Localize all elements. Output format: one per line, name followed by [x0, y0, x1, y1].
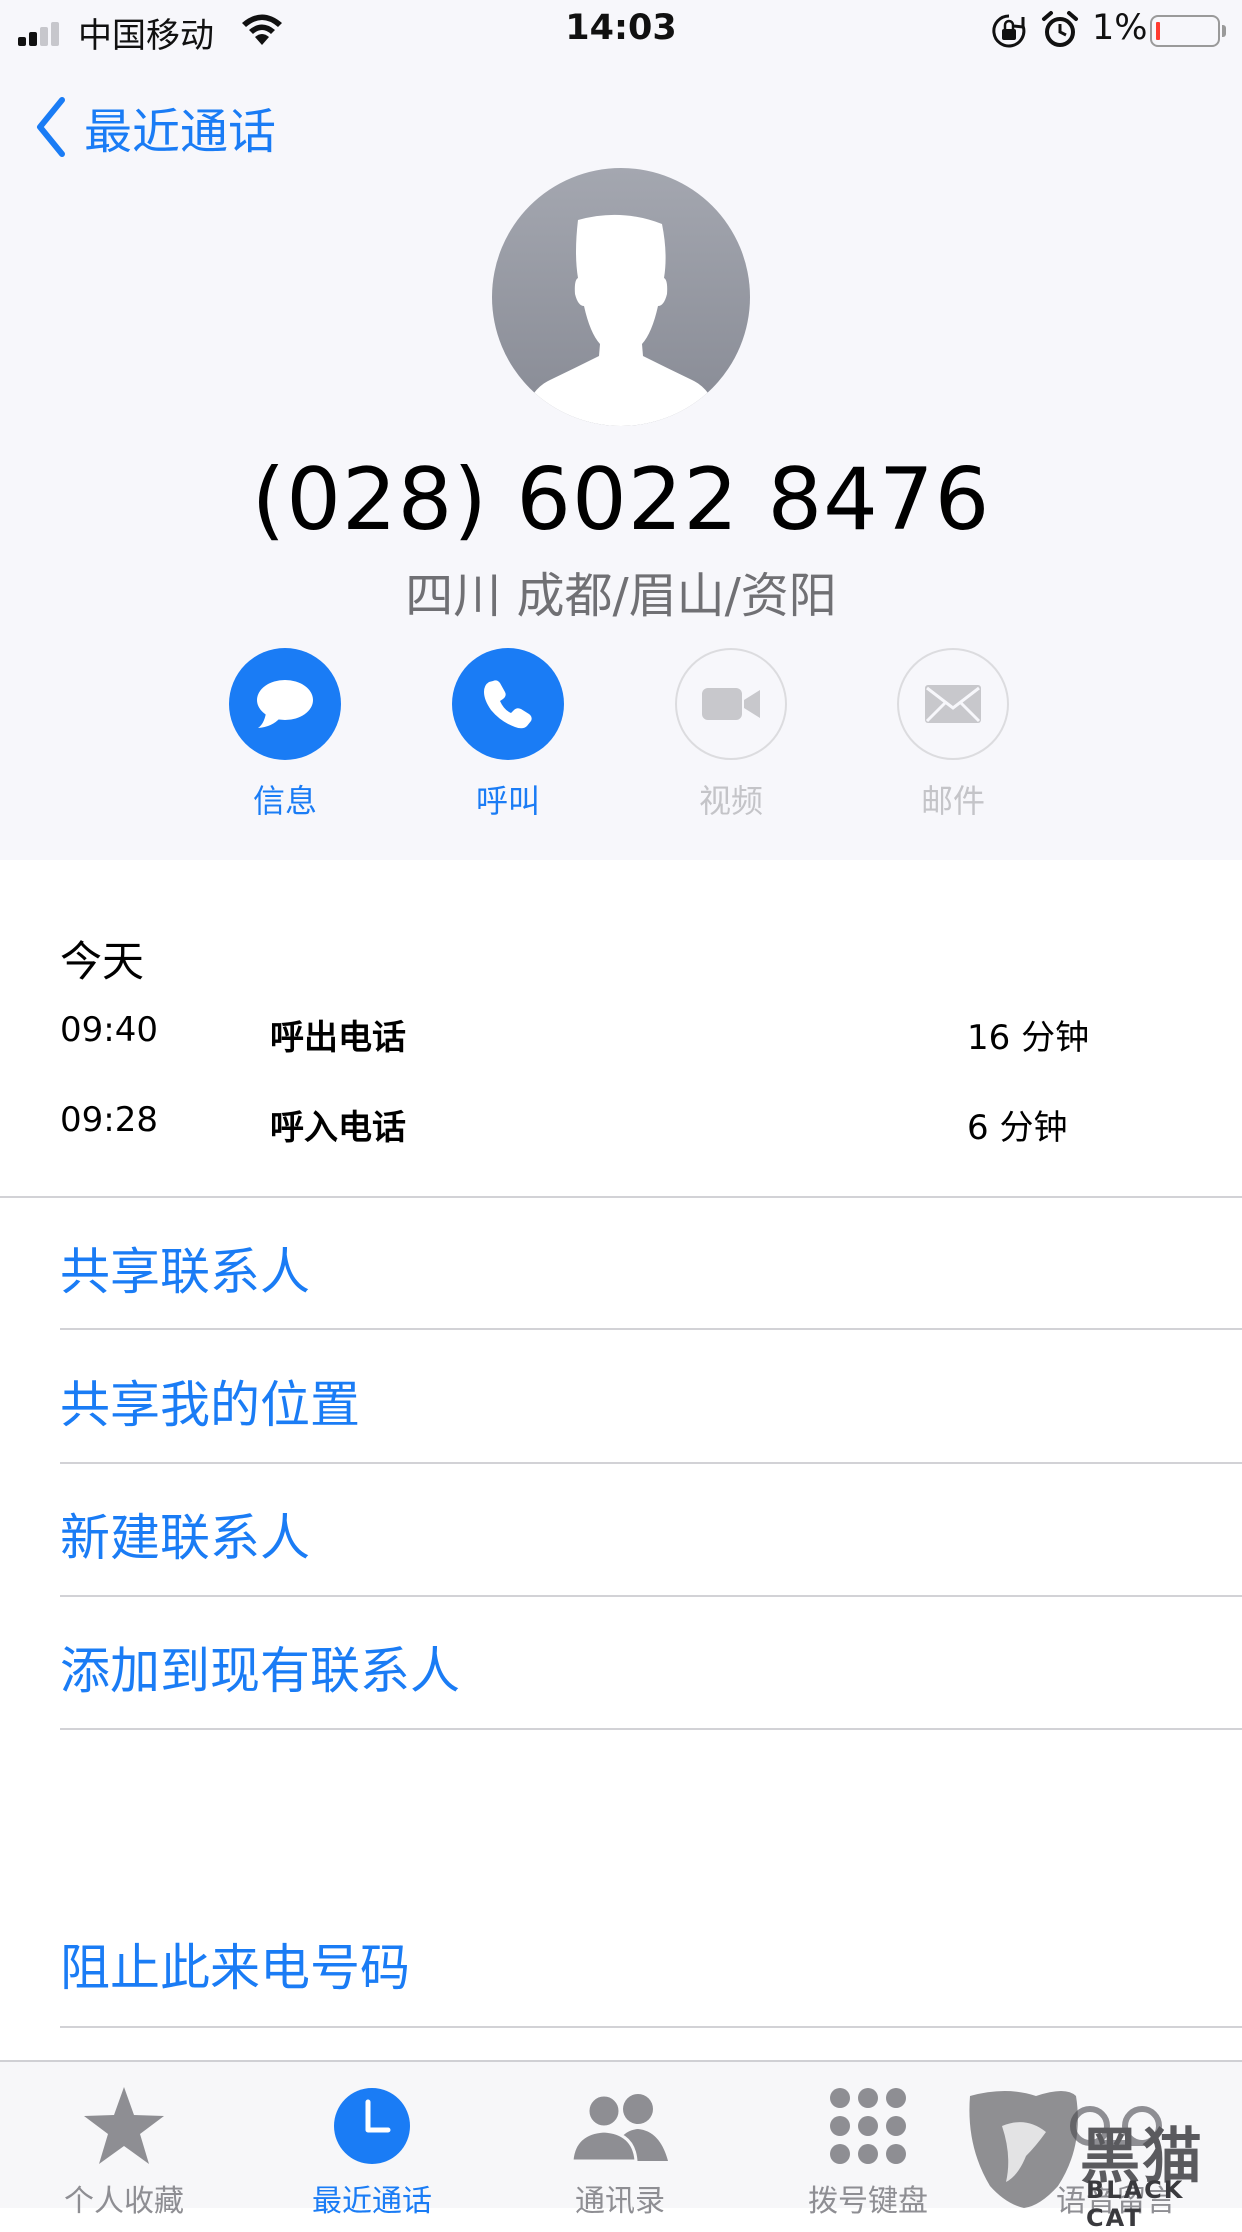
- tab-recents[interactable]: 最近通话: [272, 2082, 472, 2220]
- call-history-row: 09:40 呼出电话 16 分钟: [60, 1010, 1160, 1060]
- row-divider: [60, 1462, 1242, 1464]
- call-history-row: 09:28 呼入电话 6 分钟: [60, 1100, 1160, 1150]
- contacts-icon: [520, 2082, 720, 2170]
- tab-favorites[interactable]: 个人收藏: [24, 2082, 224, 2220]
- message-button[interactable]: 信息: [205, 648, 365, 822]
- chevron-left-icon: [37, 97, 65, 157]
- number-location: 四川 成都/眉山/资阳: [405, 568, 837, 624]
- call-button[interactable]: 呼叫: [428, 648, 588, 822]
- mail-icon: [897, 648, 1009, 760]
- mail-label: 邮件: [920, 782, 985, 820]
- tab-contacts[interactable]: 通讯录: [520, 2082, 720, 2220]
- keypad-icon: [768, 2082, 968, 2170]
- row-divider: [60, 1728, 1242, 1730]
- battery-percent: 1%: [1092, 8, 1148, 48]
- phone-number: (028) 6022 8476: [251, 450, 991, 550]
- row-divider: [60, 1595, 1242, 1597]
- section-divider: [0, 1196, 1242, 1198]
- tab-keypad[interactable]: 拨号键盘: [768, 2082, 968, 2220]
- battery-icon: [1150, 15, 1220, 47]
- contact-avatar: [492, 168, 750, 426]
- tab-label: 个人收藏: [64, 2184, 184, 2219]
- message-label: 信息: [252, 782, 317, 820]
- row-divider: [60, 2026, 1242, 2028]
- status-bar: 中国移动 14:03 1%: [0, 0, 1242, 62]
- clock-icon: [272, 2082, 472, 2170]
- tab-label: 拨号键盘: [808, 2184, 928, 2219]
- back-button[interactable]: 最近通话: [34, 92, 276, 162]
- share-contact-option[interactable]: 共享联系人: [60, 1232, 310, 1304]
- add-to-existing-contact-option[interactable]: 添加到现有联系人: [60, 1631, 460, 1703]
- call-duration: 16 分钟: [967, 1018, 1090, 1058]
- watermark-subtext: BLACK CAT: [1086, 2176, 1185, 2232]
- tab-label: 通讯录: [575, 2184, 665, 2219]
- call-time: 09:28: [60, 1100, 158, 1140]
- history-date-header: 今天: [60, 937, 145, 986]
- call-label: 呼叫: [475, 782, 540, 820]
- phone-icon: [452, 648, 564, 760]
- message-bubble-icon: [229, 648, 341, 760]
- call-type: 呼出电话: [270, 1018, 406, 1058]
- back-label: 最近通话: [84, 104, 277, 160]
- create-contact-option[interactable]: 新建联系人: [60, 1498, 310, 1570]
- mail-button[interactable]: 邮件: [873, 648, 1033, 822]
- person-silhouette-icon: [492, 168, 750, 426]
- row-divider: [60, 1328, 1242, 1330]
- video-label: 视频: [698, 782, 763, 820]
- call-duration: 6 分钟: [967, 1108, 1068, 1148]
- share-location-option[interactable]: 共享我的位置: [60, 1365, 360, 1437]
- video-button[interactable]: 视频: [651, 648, 811, 822]
- call-time: 09:40: [60, 1010, 158, 1050]
- call-type: 呼入电话: [270, 1108, 406, 1148]
- rotation-lock-icon: [992, 14, 1026, 48]
- block-caller-option[interactable]: 阻止此来电号码: [60, 1928, 410, 2000]
- star-icon: [24, 2082, 224, 2170]
- tab-label: 最近通话: [312, 2184, 432, 2219]
- battery-cap: [1222, 25, 1226, 37]
- alarm-icon: [1042, 11, 1078, 47]
- video-camera-icon: [675, 648, 787, 760]
